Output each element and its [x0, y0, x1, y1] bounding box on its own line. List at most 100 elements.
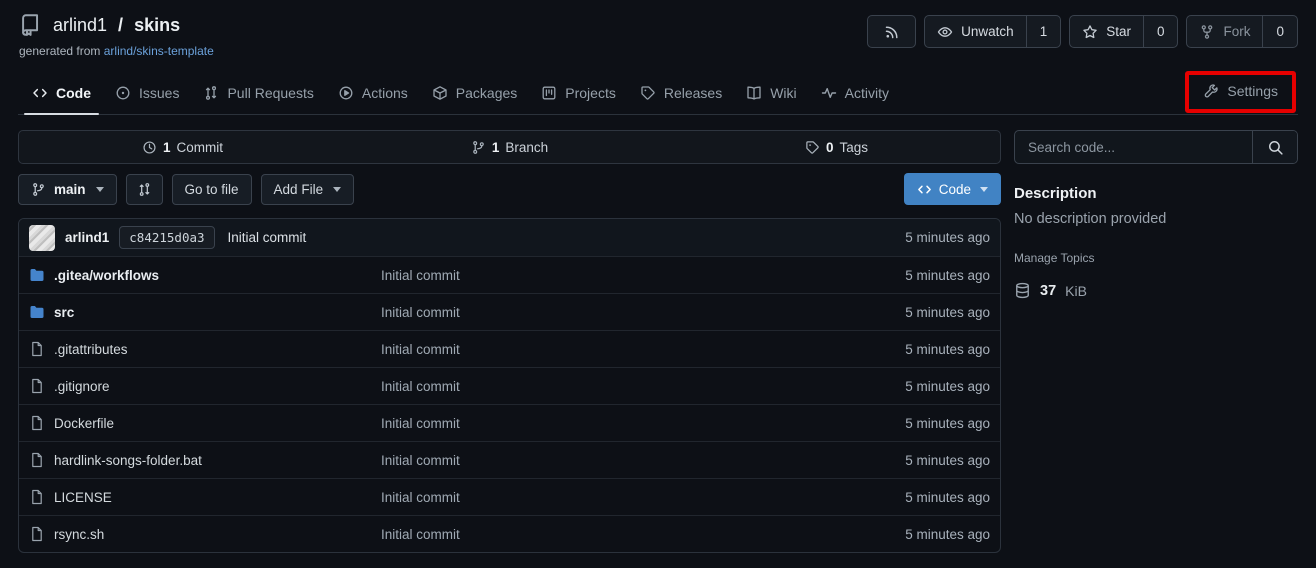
fork-icon	[1199, 24, 1215, 40]
file-name-link[interactable]: .gitignore	[29, 378, 381, 394]
file-icon	[29, 378, 45, 394]
folder-icon	[29, 304, 45, 320]
add-file-button[interactable]: Add File	[261, 174, 355, 205]
repo-owner-link[interactable]: arlind1	[53, 15, 107, 36]
rss-icon	[884, 24, 900, 40]
database-icon	[1014, 282, 1031, 299]
settings-icon	[1203, 83, 1219, 99]
template-repo-link[interactable]: arlind/skins-template	[104, 44, 214, 58]
file-commit-time: 5 minutes ago	[905, 453, 990, 468]
fork-count[interactable]: 0	[1262, 16, 1297, 47]
file-list: .gitea/workflows Initial commit 5 minute…	[19, 256, 1000, 552]
file-commit-message[interactable]: Initial commit	[381, 527, 905, 542]
manage-topics-link[interactable]: Manage Topics	[1014, 251, 1298, 265]
branch-selector[interactable]: main	[18, 174, 117, 205]
repo-header: arlind1 / skins generated from arlind/sk…	[18, 0, 1298, 58]
file-name-link[interactable]: Dockerfile	[29, 415, 381, 431]
file-row[interactable]: src Initial commit 5 minutes ago	[19, 293, 1000, 330]
latest-commit-row: arlind1 c84215d0a3 Initial commit 5 minu…	[19, 219, 1000, 256]
watch-count[interactable]: 1	[1026, 16, 1061, 47]
header-actions: Unwatch 1 Star 0	[867, 13, 1298, 48]
file-name-link[interactable]: hardlink-songs-folder.bat	[29, 452, 381, 468]
tab-projects[interactable]: Projects	[529, 75, 628, 114]
compare-button[interactable]	[126, 174, 163, 205]
star-count[interactable]: 0	[1143, 16, 1178, 47]
tab-issues[interactable]: Issues	[103, 75, 191, 114]
chevron-down-icon	[980, 187, 988, 192]
fork-button[interactable]: Fork	[1187, 16, 1262, 47]
file-toolbar: main Go to file Add File	[18, 173, 1001, 205]
branches-stat[interactable]: 1 Branch	[346, 140, 673, 155]
commit-author-link[interactable]: arlind1	[65, 230, 109, 245]
unwatch-button[interactable]: Unwatch	[925, 16, 1026, 47]
tab-pull-requests[interactable]: Pull Requests	[191, 75, 325, 114]
avatar[interactable]	[29, 225, 55, 251]
settings-highlight-annotation: Settings	[1185, 71, 1296, 113]
file-commit-message[interactable]: Initial commit	[381, 305, 905, 320]
file-row[interactable]: rsync.sh Initial commit 5 minutes ago	[19, 515, 1000, 552]
watch-button-group: Unwatch 1	[924, 15, 1061, 48]
tab-releases[interactable]: Releases	[628, 75, 734, 114]
file-name-link[interactable]: rsync.sh	[29, 526, 381, 542]
main-column: 1 Commit 1 Branch	[18, 130, 1001, 553]
file-row[interactable]: .gitattributes Initial commit 5 minutes …	[19, 330, 1000, 367]
file-row[interactable]: .gitignore Initial commit 5 minutes ago	[19, 367, 1000, 404]
code-icon	[917, 182, 932, 197]
file-name-link[interactable]: .gitea/workflows	[29, 267, 381, 283]
file-commit-message[interactable]: Initial commit	[381, 490, 905, 505]
file-commit-message[interactable]: Initial commit	[381, 268, 905, 283]
file-icon	[29, 489, 45, 505]
eye-icon	[937, 24, 953, 40]
search-icon	[1267, 139, 1284, 156]
activity-icon	[821, 85, 837, 101]
releases-icon	[640, 85, 656, 101]
issues-icon	[115, 85, 131, 101]
commit-hash-link[interactable]: c84215d0a3	[119, 226, 214, 249]
code-download-button[interactable]: Code	[904, 173, 1001, 205]
code-search	[1014, 130, 1298, 164]
commit-message-link[interactable]: Initial commit	[228, 230, 307, 245]
star-icon	[1082, 24, 1098, 40]
tab-wiki[interactable]: Wiki	[734, 75, 808, 114]
file-row[interactable]: LICENSE Initial commit 5 minutes ago	[19, 478, 1000, 515]
file-commit-time: 5 minutes ago	[905, 342, 990, 357]
rss-button[interactable]	[867, 15, 916, 48]
file-commit-time: 5 minutes ago	[905, 268, 990, 283]
commits-stat[interactable]: 1 Commit	[19, 140, 346, 155]
packages-icon	[432, 85, 448, 101]
tab-packages[interactable]: Packages	[420, 75, 529, 114]
tab-code[interactable]: Code	[20, 75, 103, 114]
file-commit-message[interactable]: Initial commit	[381, 342, 905, 357]
repo-name-link[interactable]: skins	[134, 15, 180, 36]
file-name-link[interactable]: LICENSE	[29, 489, 381, 505]
file-commit-message[interactable]: Initial commit	[381, 379, 905, 394]
pull-request-icon	[203, 85, 219, 101]
file-commit-time: 5 minutes ago	[905, 305, 990, 320]
file-commit-message[interactable]: Initial commit	[381, 416, 905, 431]
tags-stat[interactable]: 0 Tags	[673, 140, 1000, 155]
star-button-group: Star 0	[1069, 15, 1178, 48]
file-row[interactable]: .gitea/workflows Initial commit 5 minute…	[19, 256, 1000, 293]
star-button[interactable]: Star	[1070, 16, 1143, 47]
file-name-link[interactable]: src	[29, 304, 381, 320]
file-name-link[interactable]: .gitattributes	[29, 341, 381, 357]
tab-activity[interactable]: Activity	[809, 75, 901, 114]
tab-settings[interactable]: Settings	[1189, 75, 1292, 109]
file-commit-message[interactable]: Initial commit	[381, 453, 905, 468]
repo-tab-bar: Code Issues Pull Requests	[18, 71, 1298, 115]
tab-actions[interactable]: Actions	[326, 75, 420, 114]
folder-icon	[29, 267, 45, 283]
search-button[interactable]	[1252, 131, 1297, 163]
description-empty-text: No description provided	[1014, 211, 1298, 227]
repo-size: 37 KiB	[1014, 282, 1298, 299]
chevron-down-icon	[96, 187, 104, 192]
search-input[interactable]	[1015, 131, 1252, 163]
file-row[interactable]: Dockerfile Initial commit 5 minutes ago	[19, 404, 1000, 441]
file-icon	[29, 526, 45, 542]
repo-separator: /	[118, 15, 123, 36]
repo-sidebar: Description No description provided Mana…	[1014, 130, 1298, 553]
file-row[interactable]: hardlink-songs-folder.bat Initial commit…	[19, 441, 1000, 478]
compare-icon	[137, 182, 152, 197]
file-commit-time: 5 minutes ago	[905, 416, 990, 431]
go-to-file-button[interactable]: Go to file	[172, 174, 252, 205]
